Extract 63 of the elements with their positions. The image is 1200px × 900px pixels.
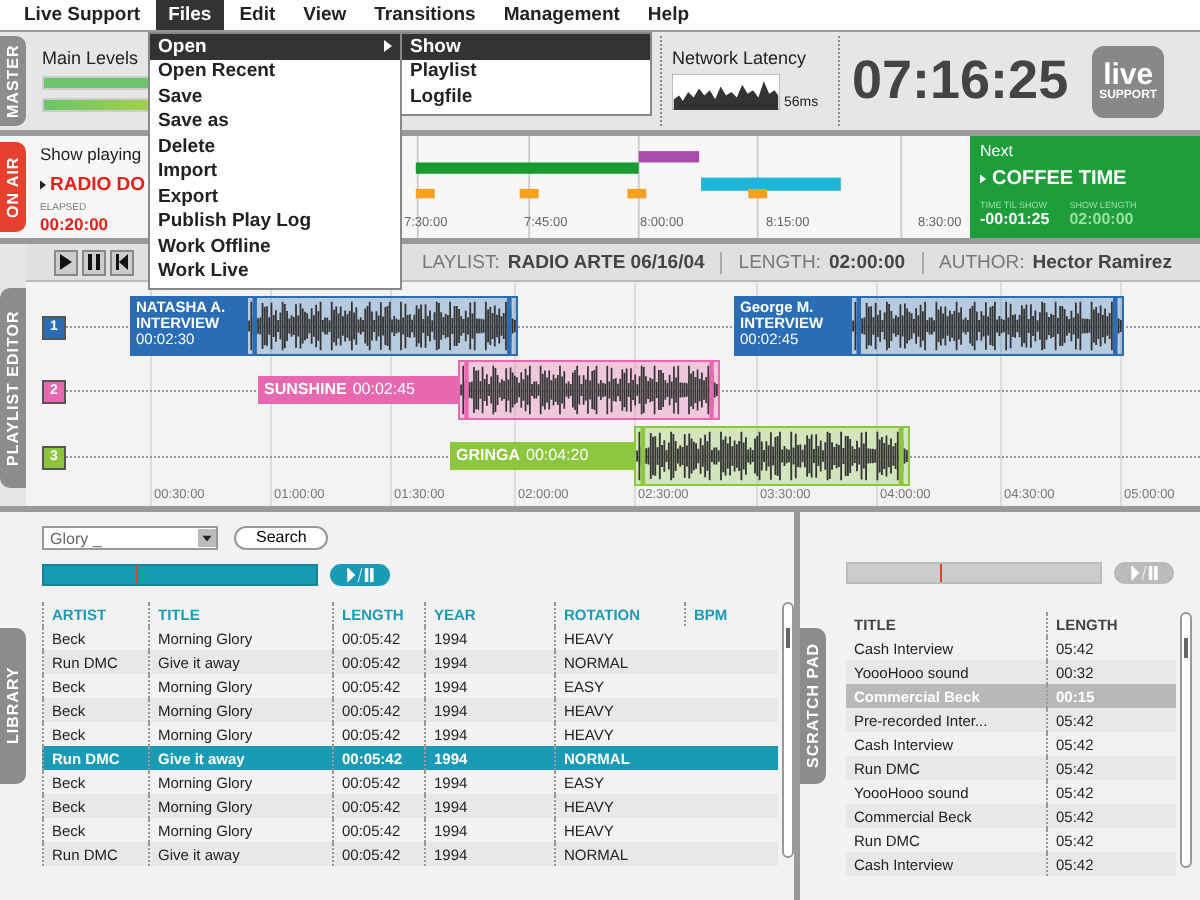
play-icon: [980, 174, 986, 184]
playlist-name: RADIO ARTE 06/16/04: [507, 251, 705, 273]
menu-option[interactable]: Save as: [150, 109, 400, 134]
playlist-length: 02:00:00: [828, 251, 906, 273]
waveform-drawing[interactable]: [246, 296, 518, 356]
waveform-drawing[interactable]: [634, 426, 910, 486]
menu-option[interactable]: Logfile: [402, 84, 650, 109]
next-show-title: COFFEE TIME: [992, 168, 1127, 190]
side-tab[interactable]: ON AIR: [0, 142, 26, 232]
menu-option[interactable]: Save: [150, 84, 400, 109]
menu-option[interactable]: Publish Play Log: [150, 209, 400, 234]
author-name: Hector Ramirez: [1032, 251, 1172, 273]
clip-title: GRINGA: [456, 448, 520, 464]
length-label: LENGTH:: [738, 251, 821, 273]
logo-text: live: [1103, 60, 1154, 90]
menu-option[interactable]: Open: [150, 34, 400, 59]
clip-time: 00:02:45: [352, 382, 415, 398]
clip-title: SUNSHINE: [264, 382, 347, 398]
menu-option[interactable]: Work Live: [150, 259, 400, 284]
menu-option[interactable]: Delete: [150, 134, 400, 159]
scrollbar[interactable]: [782, 602, 794, 858]
levels-label: Main Levels: [42, 48, 141, 68]
show-length: 02:00:00: [1069, 210, 1136, 228]
menu-option[interactable]: Work Offline: [150, 234, 400, 259]
play-pause-icon: [346, 568, 374, 582]
latency-graph: [672, 74, 780, 110]
menu-option[interactable]: Import: [150, 159, 400, 184]
play-icon: [60, 254, 72, 270]
show-playing-label: Show playing: [40, 144, 142, 164]
pause-button[interactable]: [82, 249, 106, 275]
play-pause-button[interactable]: [330, 564, 390, 586]
menu-item[interactable]: Live Support: [12, 0, 153, 30]
menu-item[interactable]: Files: [156, 0, 224, 30]
menu-option[interactable]: Show: [402, 34, 650, 59]
menu-item[interactable]: Transitions: [362, 0, 488, 30]
search-button[interactable]: Search: [234, 526, 329, 550]
skip-back-icon: [116, 254, 128, 270]
scrollbar[interactable]: [1180, 612, 1192, 868]
waveform-drawing[interactable]: [458, 360, 720, 420]
elapsed-time: 00:20:00: [40, 214, 109, 234]
time-til-show: -00:01:25: [980, 210, 1050, 228]
menu-option[interactable]: Export: [150, 184, 400, 209]
menu-item[interactable]: View: [291, 0, 359, 30]
skip-back-button[interactable]: [110, 249, 134, 275]
dropdown-icon[interactable]: [198, 528, 216, 548]
menu-item[interactable]: Edit: [227, 0, 288, 30]
search-field[interactable]: Glory _: [42, 526, 218, 550]
latency-label: Network Latency: [672, 48, 809, 68]
play-button[interactable]: [54, 249, 78, 275]
clip-time: 00:04:20: [526, 448, 589, 464]
next-label: Next: [980, 142, 1015, 160]
clock: 07:16:25: [852, 50, 1069, 112]
playlist-label: LAYLIST:: [422, 251, 500, 273]
menu-item[interactable]: Help: [635, 0, 702, 30]
menu-item[interactable]: Management: [491, 0, 632, 30]
waveform-drawing[interactable]: [850, 296, 1124, 356]
play-pause-icon: [1130, 566, 1158, 580]
author-label: AUTHOR:: [939, 251, 1025, 273]
menu-option[interactable]: Playlist: [402, 59, 650, 84]
menu-option[interactable]: Open Recent: [150, 59, 400, 84]
play-icon: [40, 180, 46, 190]
show-title: RADIO DO: [50, 174, 145, 196]
pause-icon: [88, 254, 100, 270]
